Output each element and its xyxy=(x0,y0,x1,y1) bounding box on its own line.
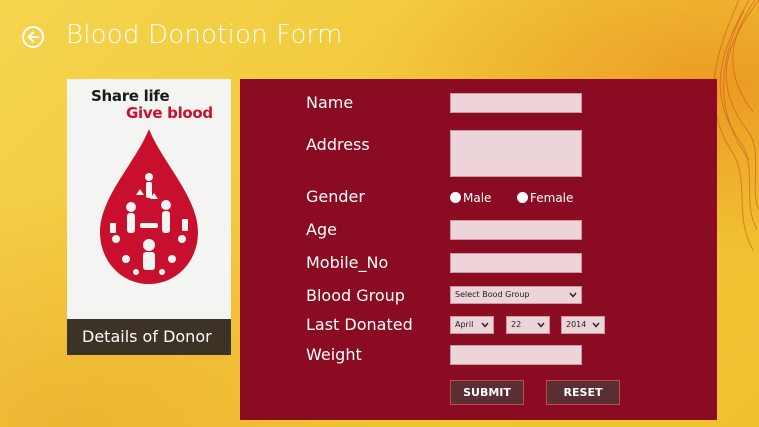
month-value: April xyxy=(455,320,474,329)
name-input[interactable] xyxy=(450,93,582,113)
address-label: Address xyxy=(306,135,370,154)
address-input[interactable] xyxy=(450,130,582,177)
name-label: Name xyxy=(306,93,354,112)
donor-form: Name Address Gender Male Female Age Mobi… xyxy=(240,79,717,420)
last-donated-year-select[interactable]: 2014 xyxy=(561,316,605,334)
blood-drop-illustration xyxy=(100,129,198,284)
blood-group-label: Blood Group xyxy=(306,286,405,305)
age-label: Age xyxy=(306,220,337,239)
gender-female-label: Female xyxy=(530,191,574,205)
gender-male-label: Male xyxy=(463,191,492,205)
radio-circle-icon xyxy=(450,192,461,203)
gender-label: Gender xyxy=(306,187,365,206)
day-value: 22 xyxy=(511,320,522,329)
mobile-input[interactable] xyxy=(450,253,582,273)
mobile-label: Mobile_No xyxy=(306,253,389,272)
back-button[interactable] xyxy=(22,26,44,48)
donor-poster: Share life Give blood Details of Donor xyxy=(67,79,231,355)
poster-caption: Details of Donor xyxy=(67,319,231,355)
chevron-down-icon xyxy=(592,322,600,328)
radio-circle-icon xyxy=(517,192,528,203)
chevron-down-icon xyxy=(569,292,577,298)
chevron-down-icon xyxy=(481,322,489,328)
blood-group-select[interactable]: Select Bood Group xyxy=(450,286,582,304)
arrow-left-icon xyxy=(27,31,39,43)
year-value: 2014 xyxy=(566,320,587,329)
gender-male-radio[interactable]: Male xyxy=(450,191,491,205)
last-donated-day-select[interactable]: 22 xyxy=(506,316,550,334)
reset-button[interactable]: RESET xyxy=(546,380,620,405)
gender-female-radio[interactable]: Female xyxy=(517,191,573,205)
last-donated-month-select[interactable]: April xyxy=(450,316,494,334)
weight-label: Weight xyxy=(306,345,362,364)
weight-input[interactable] xyxy=(450,345,582,365)
age-input[interactable] xyxy=(450,220,582,240)
blood-group-value: Select Bood Group xyxy=(455,290,530,299)
poster-line-share-life: Share life xyxy=(91,87,170,105)
poster-line-give-blood: Give blood xyxy=(126,104,213,122)
page-title: Blood Donotion Form xyxy=(66,20,343,50)
last-donated-label: Last Donated xyxy=(306,315,413,334)
chevron-down-icon xyxy=(537,322,545,328)
submit-button[interactable]: SUBMIT xyxy=(450,380,524,405)
